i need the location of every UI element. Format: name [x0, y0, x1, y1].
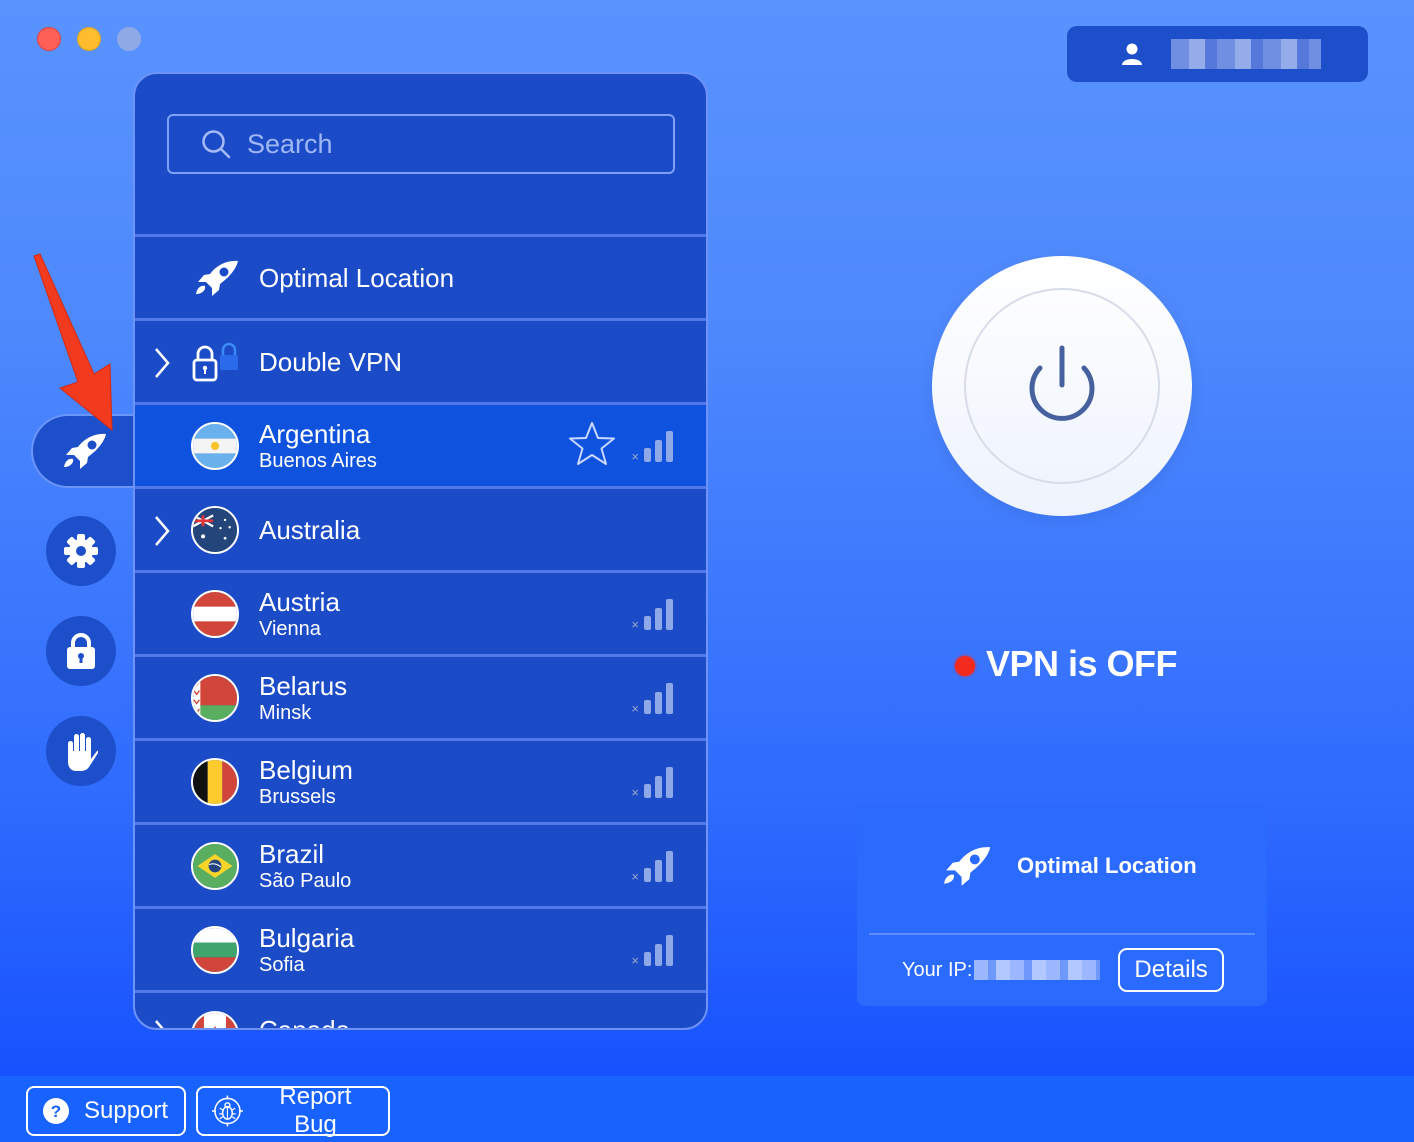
bug-icon [212, 1095, 243, 1127]
hand-icon [68, 733, 98, 771]
canada-flag-icon [191, 1011, 239, 1028]
ip-row: Your IP: Details [902, 948, 1224, 992]
list-item-canada[interactable]: Canada [135, 990, 706, 1030]
vpn-status: VPN is OFF [955, 643, 1178, 685]
chevron-right-icon[interactable] [153, 515, 171, 547]
city-name: Vienna [259, 617, 321, 640]
signal-strength-icon: × [631, 683, 673, 715]
account-name-masked [1171, 39, 1321, 69]
location-title: Double VPN [259, 346, 403, 377]
close-window-button[interactable] [37, 27, 61, 51]
argentina-flag-icon [191, 421, 239, 470]
divider [869, 933, 1255, 935]
user-icon [1122, 43, 1142, 65]
location-title: Optimal Location [259, 262, 455, 293]
signal-strength-icon: × [631, 599, 673, 631]
city-name: São Paulo [259, 869, 352, 892]
selected-location-name: Optimal Location [1017, 853, 1197, 878]
belarus-flag-icon [191, 673, 239, 722]
search-input[interactable] [247, 128, 647, 160]
location-list: Optimal Location Double VPN Argentina Bu… [135, 234, 706, 1030]
country-name: Argentina [259, 418, 371, 449]
minimize-window-button[interactable] [77, 27, 101, 51]
report-bug-label: Report Bug [279, 1083, 352, 1138]
country-name: Australia [259, 514, 361, 545]
austria-flag-icon [191, 589, 239, 638]
details-button[interactable]: Details [1118, 948, 1224, 992]
locations-panel: Optimal Location Double VPN Argentina Bu… [133, 72, 708, 1030]
list-item-austria[interactable]: Austria Vienna × [135, 570, 706, 654]
search-icon [202, 130, 231, 159]
power-icon [1029, 345, 1095, 421]
double-lock-icon [192, 342, 238, 381]
power-button-inner [964, 288, 1160, 484]
country-name: Belarus [259, 670, 348, 701]
list-item-double-vpn[interactable]: Double VPN [135, 318, 706, 402]
belgium-flag-icon [191, 757, 239, 806]
search-box[interactable] [167, 114, 675, 174]
sidebar-item-settings[interactable] [46, 516, 116, 586]
list-item-argentina[interactable]: Argentina Buenos Aires × [135, 402, 706, 486]
power-button[interactable] [932, 256, 1192, 516]
list-item-belgium[interactable]: Belgium Brussels × [135, 738, 706, 822]
svg-text:?: ? [51, 1102, 61, 1121]
signal-strength-icon: × [631, 767, 673, 799]
sidebar-item-adblock[interactable] [46, 716, 116, 786]
list-item-brazil[interactable]: Brazil São Paulo × [135, 822, 706, 906]
maximize-window-button[interactable] [117, 27, 141, 51]
account-button[interactable] [1067, 26, 1368, 82]
chevron-right-icon[interactable] [153, 1019, 171, 1030]
help-icon: ? [43, 1098, 69, 1124]
signal-strength-icon: × [631, 935, 673, 967]
city-name: Minsk [259, 701, 312, 724]
support-button[interactable]: ? Support [26, 1086, 186, 1136]
chevron-right-icon[interactable] [153, 347, 171, 379]
country-name: Bulgaria [259, 922, 355, 953]
city-name: Sofia [259, 953, 305, 976]
rocket-icon [64, 433, 106, 469]
red-arrow-annotation [33, 253, 113, 432]
gear-icon [64, 534, 98, 568]
ip-label: Your IP: [902, 958, 973, 981]
status-dot-icon [955, 656, 975, 676]
list-item-bulgaria[interactable]: Bulgaria Sofia × [135, 906, 706, 990]
ip-address-masked [974, 960, 1101, 980]
brazil-flag-icon [191, 841, 239, 890]
list-item-belarus[interactable]: Belarus Minsk × [135, 654, 706, 738]
support-label: Support [84, 1097, 169, 1124]
status-text: VPN is OFF [986, 643, 1178, 684]
australia-flag-icon [191, 505, 239, 554]
favorite-star-icon[interactable] [568, 421, 616, 467]
sidebar-item-security[interactable] [46, 616, 116, 686]
city-name: Buenos Aires [259, 449, 377, 472]
connection-card: Optimal Location Your IP: Details [857, 806, 1267, 1006]
signal-strength-icon: × [631, 851, 673, 883]
lock-icon [67, 633, 95, 669]
country-name: Austria [259, 586, 340, 617]
list-item-optimal-location[interactable]: Optimal Location [135, 234, 706, 318]
rocket-icon [944, 847, 991, 886]
country-name: Belgium [259, 754, 353, 785]
country-name: Canada [259, 1015, 351, 1030]
country-name: Brazil [259, 838, 325, 869]
selected-location[interactable]: Optimal Location [937, 844, 1197, 888]
window-controls [37, 27, 141, 51]
rocket-icon [196, 260, 238, 296]
city-name: Brussels [259, 785, 336, 808]
bulgaria-flag-icon [191, 925, 239, 974]
signal-strength-icon: × [631, 431, 673, 463]
report-bug-button[interactable]: Report Bug [196, 1083, 390, 1138]
list-item-australia[interactable]: Australia [135, 486, 706, 570]
